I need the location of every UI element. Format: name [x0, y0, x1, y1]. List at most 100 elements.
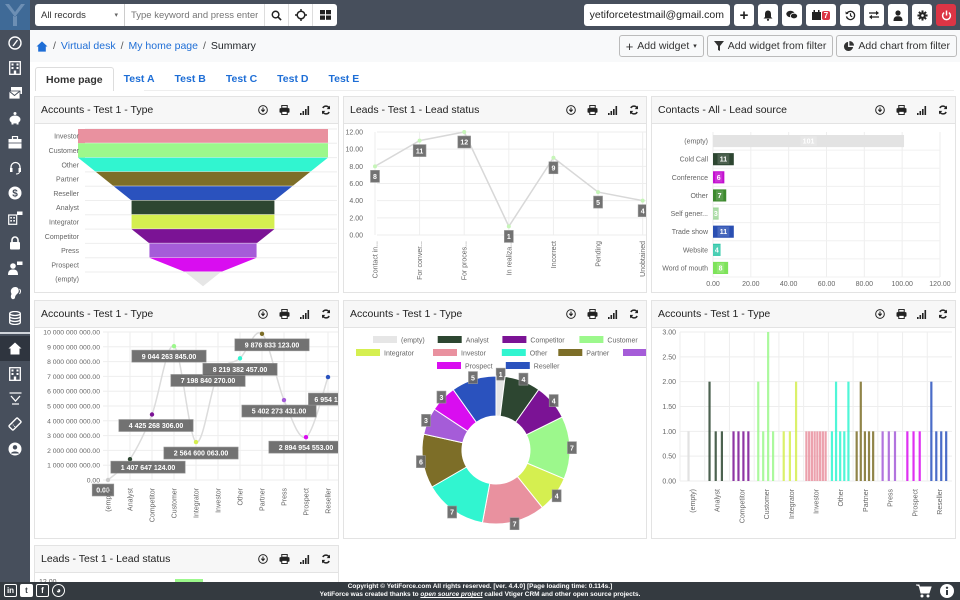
home-icon[interactable] — [36, 40, 48, 52]
download-icon[interactable] — [565, 104, 577, 116]
add-chart-from-filter-button[interactable]: Add chart from filter — [836, 35, 957, 57]
add-widget-from-filter-button[interactable]: Add widget from filter — [706, 35, 834, 57]
tab-test-c[interactable]: Test C — [216, 67, 267, 91]
sidebar-item-companies[interactable] — [0, 205, 30, 230]
print-icon[interactable] — [278, 104, 290, 116]
refresh-icon[interactable] — [628, 104, 640, 116]
open-source-project-link[interactable]: open source project — [420, 591, 482, 598]
data-label: 11 — [412, 144, 427, 157]
logout-button[interactable] — [936, 4, 956, 26]
sidebar-item-database[interactable] — [0, 305, 30, 330]
legend-item[interactable]: Prospect — [437, 362, 493, 371]
search-button[interactable] — [265, 4, 289, 26]
sidebar-item-projects[interactable] — [0, 130, 30, 155]
accounts-grouped-bar-chart: 0.00 0.50 1.00 1.50 2.00 2.50 3.00 (empty) Analy… — [662, 330, 952, 523]
tab-test-a[interactable]: Test A — [114, 67, 165, 91]
legend-item[interactable]: Partner — [558, 349, 610, 358]
signal-bars-icon[interactable] — [916, 308, 928, 320]
download-icon[interactable] — [565, 308, 577, 320]
download-icon[interactable] — [257, 308, 269, 320]
signal-bars-icon[interactable] — [299, 104, 311, 116]
sidebar-item-support[interactable] — [0, 155, 30, 180]
refresh-icon[interactable] — [628, 308, 640, 320]
user-profile-button[interactable] — [888, 4, 908, 26]
widget-body: 0.00 0.50 1.00 1.50 2.00 2.50 3.00 (empty) Analy… — [652, 328, 955, 538]
signal-bars-icon[interactable] — [607, 308, 619, 320]
info-icon[interactable] — [940, 584, 954, 598]
download-icon[interactable] — [874, 308, 886, 320]
switch-users-button[interactable] — [864, 4, 884, 26]
sidebar-item-mail[interactable] — [0, 80, 30, 105]
data-label: 6 — [714, 172, 723, 183]
legend-item[interactable]: Competitor — [502, 336, 565, 345]
yetiforce-logo[interactable] — [0, 0, 30, 30]
breadcrumb-virtual-desk[interactable]: Virtual desk — [61, 40, 116, 52]
legend-item[interactable]: (empty) — [373, 336, 425, 345]
sidebar-item-accounts[interactable] — [0, 55, 30, 80]
chat-button[interactable] — [782, 4, 802, 26]
signal-bars-icon[interactable] — [916, 104, 928, 116]
search-scope-select[interactable]: All records ▾ — [35, 4, 125, 26]
print-icon[interactable] — [895, 308, 907, 320]
print-icon[interactable] — [586, 308, 598, 320]
tab-home-page[interactable]: Home page — [35, 67, 114, 91]
sidebar-item-contacts[interactable] — [0, 255, 30, 280]
sidebar-item-organization[interactable] — [0, 361, 30, 386]
legend-item[interactable]: Customer — [579, 336, 638, 345]
legend-item[interactable]: Integrator — [356, 349, 415, 358]
add-widget-button[interactable]: + Add widget ▾ — [618, 35, 704, 57]
legend-item[interactable]: Investor — [433, 349, 487, 358]
legend-item[interactable]: Press — [623, 349, 646, 358]
legend-item[interactable]: Analyst — [437, 336, 489, 345]
calendar-reminders-button[interactable]: 7 — [806, 4, 836, 26]
legend-swatch — [437, 362, 461, 369]
tab-test-d[interactable]: Test D — [267, 67, 318, 91]
refresh-icon[interactable] — [320, 553, 332, 565]
quick-create-button[interactable]: + — [734, 4, 754, 26]
sidebar-item-home[interactable] — [0, 336, 30, 361]
print-icon[interactable] — [278, 308, 290, 320]
print-icon[interactable] — [586, 104, 598, 116]
signal-bars-icon[interactable] — [607, 104, 619, 116]
sidebar-item-profile[interactable] — [0, 436, 30, 461]
sidebar-item-passwords[interactable] — [0, 230, 30, 255]
legend-item[interactable]: Other — [501, 349, 548, 358]
data-label-text: 8 — [373, 174, 377, 181]
print-icon[interactable] — [278, 553, 290, 565]
sidebar-item-hearing[interactable] — [0, 280, 30, 305]
sidebar-item-dashboard[interactable] — [0, 30, 30, 55]
tab-test-b[interactable]: Test B — [165, 67, 216, 91]
download-icon[interactable] — [874, 104, 886, 116]
print-icon[interactable] — [895, 104, 907, 116]
x-tick-label: 120.00 — [929, 281, 951, 288]
history-button[interactable] — [840, 4, 860, 26]
refresh-icon[interactable] — [320, 308, 332, 320]
notifications-button[interactable] — [758, 4, 778, 26]
shopping-cart-icon[interactable] — [916, 584, 932, 598]
bar — [867, 431, 871, 481]
modules-grid-button[interactable] — [313, 4, 337, 26]
funnel-segment-customer — [78, 143, 328, 158]
data-label: 4 — [713, 244, 721, 255]
x-tick-label: 40.00 — [780, 281, 798, 288]
funnel-category-label: Press — [61, 248, 79, 255]
sidebar-item-leads[interactable] — [0, 386, 30, 411]
refresh-icon[interactable] — [937, 308, 949, 320]
refresh-icon[interactable] — [937, 104, 949, 116]
download-icon[interactable] — [257, 553, 269, 565]
sidebar-item-sales[interactable] — [0, 105, 30, 130]
breadcrumb-my-home-page[interactable]: My home page — [129, 40, 198, 52]
signal-bars-icon[interactable] — [299, 308, 311, 320]
user-email[interactable]: yetiforcetestmail@gmail.com — [583, 4, 730, 26]
settings-button[interactable] — [912, 4, 932, 26]
x-tick-label: Competitor — [150, 487, 157, 522]
tab-test-e[interactable]: Test E — [318, 67, 369, 91]
download-icon[interactable] — [257, 104, 269, 116]
refresh-icon[interactable] — [320, 104, 332, 116]
sidebar-item-finance[interactable]: $ — [0, 180, 30, 205]
search-input[interactable] — [125, 4, 265, 26]
legend-item[interactable]: Reseller — [505, 362, 560, 371]
advanced-search-button[interactable] — [289, 4, 313, 26]
sidebar-item-tickets[interactable] — [0, 411, 30, 436]
signal-bars-icon[interactable] — [299, 553, 311, 565]
